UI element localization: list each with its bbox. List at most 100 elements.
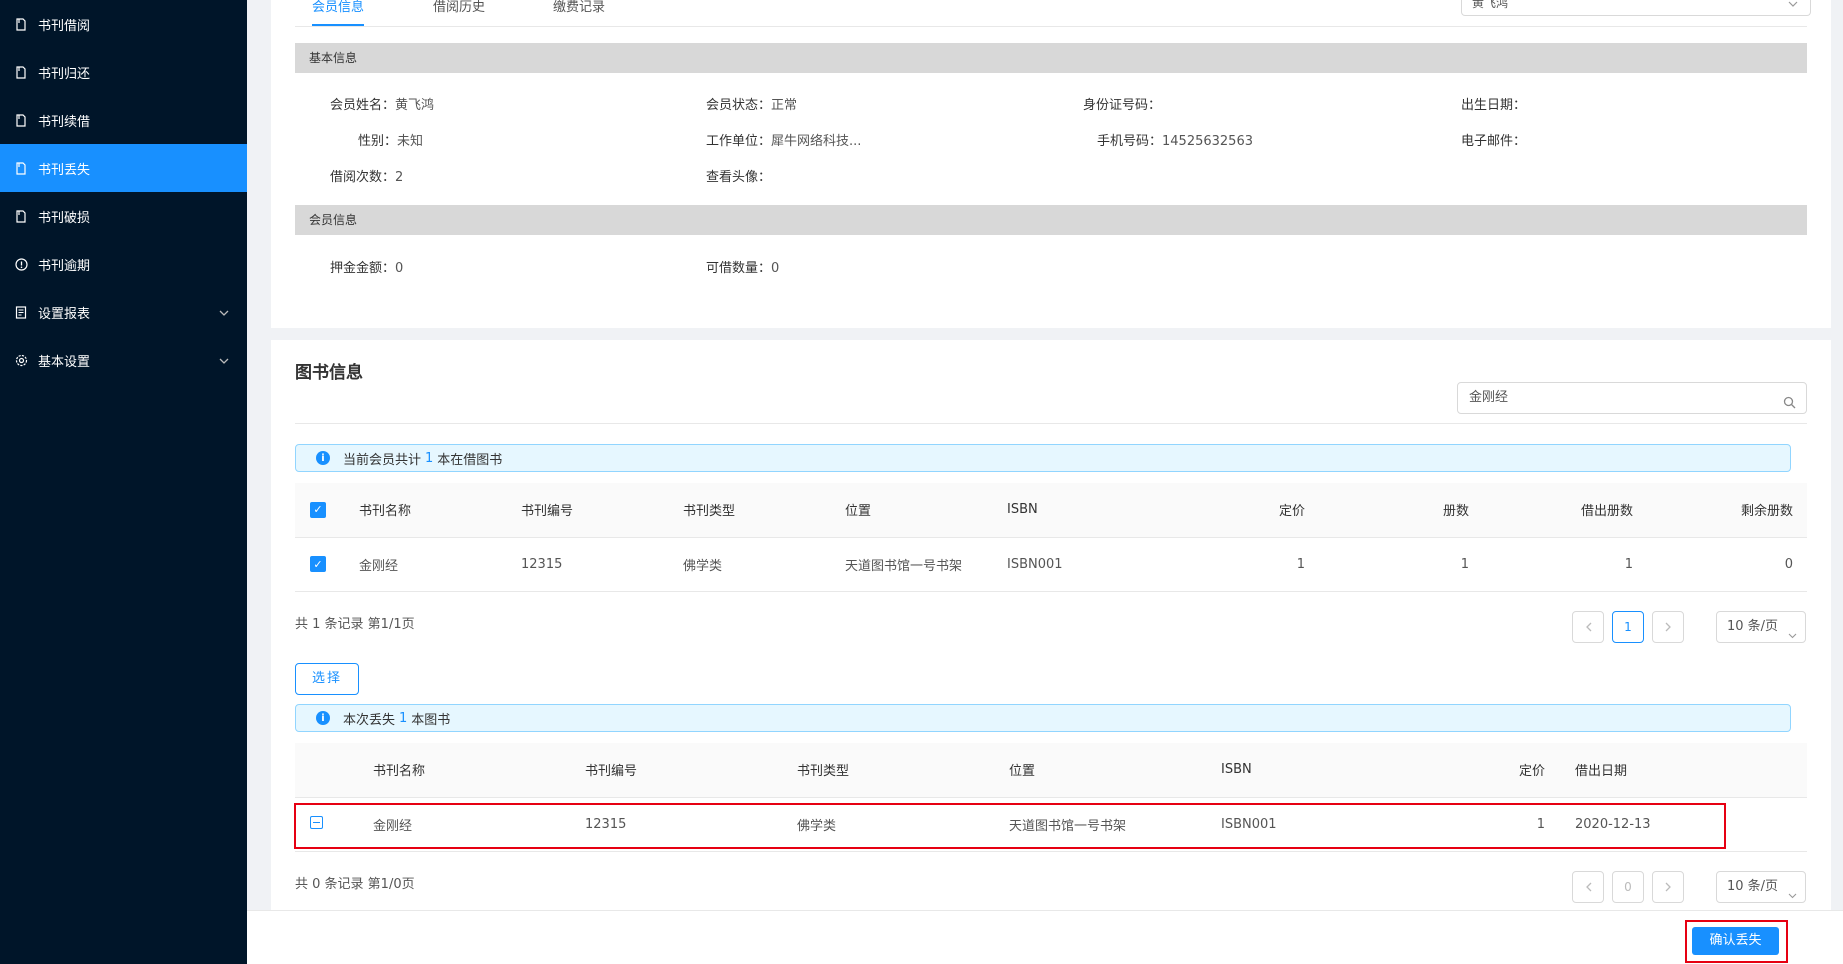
sidebar-item-label: 书刊破损: [38, 210, 91, 226]
search-icon[interactable]: [1783, 391, 1796, 421]
gear-icon: [14, 353, 28, 367]
file-icon: [14, 17, 28, 31]
tab-payment-records[interactable]: 缴费记录: [553, 0, 605, 26]
sidebar-item-damaged[interactable]: 书刊破损: [0, 192, 247, 240]
select-button[interactable]: 选择: [295, 663, 359, 695]
member-info-header: 会员信息: [295, 205, 1807, 235]
divider: [295, 423, 1807, 424]
field-label: 会员状态：: [706, 98, 772, 113]
tab-borrow-history[interactable]: 借阅历史: [433, 0, 485, 26]
expand-column-header: [295, 743, 373, 798]
field-label: 可借数量：: [706, 261, 772, 276]
checkbox-checked-icon: ✓: [310, 501, 326, 518]
column-header: 定价: [1439, 743, 1559, 798]
report-icon: [14, 305, 28, 319]
field-label: 性别：: [358, 134, 398, 149]
book-lent-cell: 1: [1483, 537, 1647, 592]
next-page-button[interactable]: [1652, 611, 1684, 643]
book-info-title: 图书信息: [295, 363, 363, 383]
field-label: 押金金额：: [330, 261, 396, 276]
book-type-cell: 佛学类: [683, 537, 845, 592]
sidebar-item-return[interactable]: 书刊归还: [0, 48, 247, 96]
sidebar-item-label: 设置报表: [38, 306, 91, 322]
sidebar-item-label: 书刊续借: [38, 114, 91, 130]
book-name-cell: 金刚经: [359, 537, 521, 592]
alert-prefix: 本次丢失: [343, 712, 396, 728]
lost-total-text: 共 0 条记录 第1/0页: [295, 877, 415, 892]
member-select-value: 黄飞鸿: [1472, 0, 1509, 10]
avatar-field[interactable]: 查看头像：: [706, 166, 771, 185]
sidebar-item-label: 基本设置: [38, 354, 91, 370]
column-header: 借出册数: [1483, 483, 1647, 538]
column-header: 册数: [1319, 483, 1483, 538]
field-label: 手机号码：: [1097, 134, 1163, 149]
quota-value: 0: [771, 261, 780, 276]
sidebar-item-label: 书刊借阅: [38, 18, 91, 34]
borrow-count-field: 借阅次数：2: [330, 166, 403, 185]
sidebar-item-basic-settings[interactable]: 基本设置: [0, 336, 247, 384]
column-header: ISBN: [1007, 483, 1157, 538]
field-label: 电子邮件：: [1461, 134, 1527, 149]
sidebar-item-label: 书刊丢失: [38, 162, 91, 178]
chevron-down-icon: [1788, 621, 1797, 651]
column-header: 书刊名称: [359, 483, 521, 538]
table-row[interactable]: ✓ 金刚经 12315 佛学类 天道图书馆一号书架 ISBN001 1 1 1 …: [295, 537, 1807, 592]
page-size-select[interactable]: 10 条/页: [1716, 871, 1806, 903]
gender-value: 未知: [397, 134, 424, 149]
sidebar: 书刊借阅 书刊归还 书刊续借 书刊丢失 书刊破损 书刊逾期 设置报表 基本设置: [0, 0, 247, 964]
page-size-select[interactable]: 10 条/页: [1716, 611, 1806, 643]
sidebar-item-renew[interactable]: 书刊续借: [0, 96, 247, 144]
checkbox-checked-icon: ✓: [310, 556, 326, 572]
lost-count-alert: i 本次丢失 1 本图书: [295, 704, 1791, 732]
sidebar-item-borrow[interactable]: 书刊借阅: [0, 0, 247, 48]
column-header: 剩余册数: [1647, 483, 1807, 538]
sidebar-item-report-settings[interactable]: 设置报表: [0, 288, 247, 336]
book-remain-cell: 0: [1647, 537, 1807, 592]
phone-field: 手机号码：14525632563: [1097, 130, 1253, 149]
sidebar-item-lost[interactable]: 书刊丢失: [0, 144, 247, 192]
tab-member-info[interactable]: 会员信息: [312, 0, 365, 26]
column-header: 书刊编号: [585, 743, 797, 798]
quota-field: 可借数量：0: [706, 257, 779, 276]
deposit-field: 押金金额：0: [330, 257, 403, 276]
page-number-button[interactable]: 0: [1612, 871, 1644, 903]
search-value: 金刚经: [1469, 390, 1509, 405]
confirm-lost-button[interactable]: 确认丢失: [1692, 927, 1779, 955]
member-status-value: 正常: [771, 98, 798, 113]
column-header: 位置: [1009, 743, 1221, 798]
borrowed-total-text: 共 1 条记录 第1/1页: [295, 617, 415, 632]
footer-bar: [247, 910, 1843, 964]
field-label: 出生日期：: [1461, 98, 1527, 113]
next-page-button[interactable]: [1652, 871, 1684, 903]
column-header: ISBN: [1221, 743, 1439, 798]
borrow-count-value: 2: [395, 170, 404, 185]
lost-pagination: 0 10 条/页: [1572, 871, 1806, 903]
column-header: 位置: [845, 483, 1007, 538]
field-label: 借阅次数：: [330, 170, 396, 185]
gender-field: 性别：未知: [358, 130, 423, 149]
select-all-checkbox[interactable]: ✓: [295, 483, 359, 538]
row-checkbox[interactable]: ✓: [295, 537, 359, 592]
prev-page-button[interactable]: [1572, 871, 1604, 903]
alert-suffix: 本在借图书: [437, 452, 503, 468]
book-search-input[interactable]: 金刚经: [1457, 382, 1807, 414]
deposit-value: 0: [395, 261, 404, 276]
page-number-button[interactable]: 1: [1612, 611, 1644, 643]
table-header-row: 书刊名称 书刊编号 书刊类型 位置 ISBN 定价 借出日期: [295, 743, 1807, 798]
borrowed-pagination: 1 10 条/页: [1572, 611, 1806, 643]
birth-date-field: 出生日期：: [1461, 94, 1526, 113]
sidebar-item-overdue[interactable]: 书刊逾期: [0, 240, 247, 288]
book-location-cell: 天道图书馆一号书架: [845, 537, 1007, 592]
borrowed-count-alert: i 当前会员共计 1 本在借图书: [295, 444, 1791, 472]
page-size-value: 10 条/页: [1727, 619, 1779, 634]
field-label: 身份证号码：: [1083, 98, 1162, 113]
file-icon: [14, 209, 28, 223]
basic-info-header: 基本信息: [295, 43, 1807, 73]
chevron-down-icon: [219, 353, 229, 368]
prev-page-button[interactable]: [1572, 611, 1604, 643]
member-name-value: 黄飞鸿: [395, 98, 435, 113]
alert-suffix: 本图书: [411, 712, 451, 728]
member-select[interactable]: 黄飞鸿: [1461, 0, 1811, 16]
page-size-value: 10 条/页: [1727, 879, 1779, 894]
alert-count: 1: [399, 710, 408, 726]
